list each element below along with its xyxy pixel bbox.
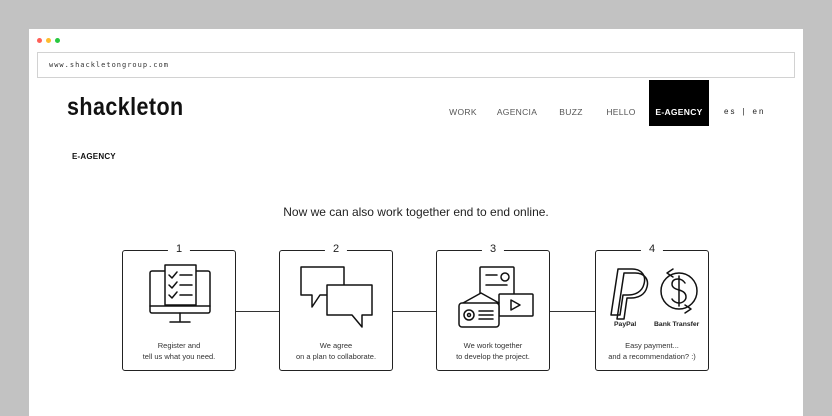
- nav-agencia[interactable]: AGENCIA: [495, 80, 539, 126]
- step-caption: We agree on a plan to collaborate.: [295, 341, 377, 361]
- step-card-1: 1 Register and tell us what you need.: [122, 243, 236, 371]
- checklist-monitor-icon: [149, 264, 211, 323]
- bank-transfer-label: Bank Transfer: [654, 321, 700, 328]
- step-caption: We work together to develop the project.: [456, 341, 530, 361]
- maximize-dot[interactable]: [55, 38, 60, 43]
- step-card-3: 3 We work together to develop the projec…: [436, 243, 550, 371]
- step-connector: [236, 311, 279, 312]
- address-bar[interactable]: www.shackletongroup.com: [37, 52, 795, 78]
- step-caption: Register and tell us what you need.: [142, 341, 216, 361]
- lang-es[interactable]: es: [724, 107, 736, 116]
- chat-bubbles-icon: [300, 266, 373, 328]
- step-card-4: 4 PayPal Bank Transfer Easy payment... a…: [595, 243, 709, 371]
- step-caption: Easy payment... and a recommendation? :): [608, 341, 696, 361]
- media-devices-icon: [458, 266, 534, 328]
- step-card-2: 2 We agree on a plan to collaborate.: [279, 243, 393, 371]
- minimize-dot[interactable]: [46, 38, 51, 43]
- close-dot[interactable]: [37, 38, 42, 43]
- paypal-label: PayPal: [614, 321, 637, 328]
- language-switcher: es | en: [724, 107, 765, 116]
- step-connector: [550, 311, 595, 312]
- url-text: www.shackletongroup.com: [49, 61, 169, 69]
- lang-en[interactable]: en: [753, 107, 766, 116]
- nav-buzz[interactable]: BUZZ: [553, 80, 589, 126]
- lang-separator: |: [742, 107, 747, 116]
- nav-hello[interactable]: HELLO: [602, 80, 640, 126]
- window-controls: [37, 38, 60, 43]
- browser-window: www.shackletongroup.com shackleton WORK …: [29, 29, 803, 416]
- section-title: E-AGENCY: [72, 152, 116, 161]
- nav-work[interactable]: WORK: [443, 80, 483, 126]
- intro-text: Now we can also work together end to end…: [283, 205, 549, 219]
- nav-e-agency[interactable]: E-AGENCY: [649, 80, 709, 126]
- main-nav: WORK AGENCIA BUZZ HELLO E-AGENCY: [29, 80, 803, 126]
- step-connector: [393, 311, 436, 312]
